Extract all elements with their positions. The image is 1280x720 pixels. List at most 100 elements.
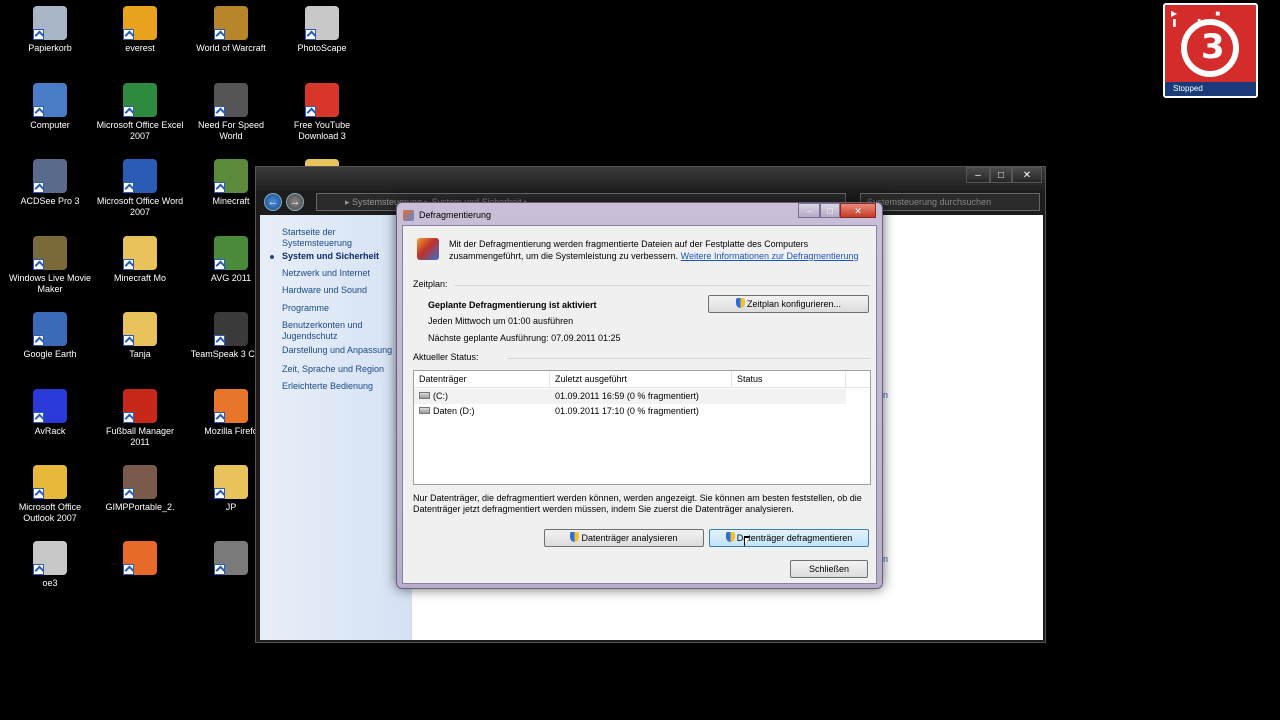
drive-icon [419, 392, 430, 399]
back-button[interactable]: ← [264, 193, 282, 211]
dialog-window-controls: – □ ✕ [798, 203, 876, 219]
configure-schedule-button[interactable]: Zeitplan konfigurieren... [708, 295, 869, 313]
sidebar-item[interactable]: Startseite der Systemsteuerung [282, 227, 407, 249]
shortcut-arrow-icon [214, 259, 225, 270]
photoscape-icon [305, 6, 339, 40]
desktop-icon[interactable]: Computer [4, 79, 96, 131]
shortcut-arrow-icon [123, 335, 134, 346]
shortcut-arrow-icon [214, 29, 225, 40]
dialog-minimize-button[interactable]: – [798, 203, 820, 218]
folder-icon [123, 236, 157, 270]
desktop-icon-label: Microsoft Office Excel 2007 [96, 120, 184, 141]
schedule-next: Nächste geplante Ausführung: 07.09.2011 … [428, 333, 621, 343]
desktop-icon[interactable]: Papierkorb [4, 2, 96, 54]
defrag-dialog: Defragmentierung – □ ✕ Mit der Defragmen… [396, 202, 883, 589]
close-window-button[interactable]: ✕ [1012, 167, 1042, 183]
desktop-icon-label: everest [125, 43, 155, 53]
sidebar-item[interactable]: Zeit, Sprache und Region [282, 364, 407, 375]
column-header[interactable]: Zuletzt ausgeführt [550, 371, 732, 388]
desktop-icon-label: Computer [30, 120, 70, 130]
sidebar-item[interactable]: Hardware und Sound [282, 285, 407, 296]
desktop-icon[interactable]: Windows Live Movie Maker [4, 232, 96, 295]
sidebar-item[interactable]: Erleichterte Bedienung [282, 381, 407, 392]
desktop-icon[interactable]: ACDSee Pro 3 [4, 155, 96, 207]
analyze-button[interactable]: Datenträger analysieren [544, 529, 704, 547]
desktop-icon[interactable]: PhotoScape [276, 2, 368, 54]
desktop-icon-label: AvRack [34, 426, 66, 436]
close-button[interactable]: Schließen [790, 560, 868, 578]
desktop-icon-label: Google Earth [23, 349, 77, 359]
divider [507, 358, 870, 359]
desktop-icon[interactable]: Free YouTube Download 3 [276, 79, 368, 142]
desktop-icon[interactable]: Microsoft Office Excel 2007 [94, 79, 186, 142]
desktop-icon[interactable]: Minecraft Mo [94, 232, 186, 284]
shortcut-arrow-icon [123, 412, 134, 423]
shortcut-arrow-icon [33, 259, 44, 270]
youtube-download-icon [305, 83, 339, 117]
desktop-icon-label: Free YouTube Download 3 [293, 120, 351, 141]
desktop-icon[interactable]: Microsoft Office Outlook 2007 [4, 461, 96, 524]
desktop-icon-label: Papierkorb [28, 43, 72, 53]
desktop-icon[interactable]: World of Warcraft [185, 2, 277, 54]
control-panel-sidebar: Startseite der Systemsteuerung System und… [260, 215, 412, 640]
shield-icon [725, 532, 735, 542]
desktop-icon[interactable]: AvRack [4, 385, 96, 437]
sidebar-item[interactable]: Darstellung und Anpassung [282, 345, 407, 356]
sidebar-item[interactable]: Benutzerkonten und Jugendschutz [282, 320, 407, 342]
divider [455, 285, 870, 286]
table-row[interactable]: (C:) 01.09.2011 16:59 (0 % fragmentiert) [414, 389, 846, 404]
desktop-icon[interactable]: Google Earth [4, 308, 96, 360]
drive-name: Daten (D:) [433, 406, 475, 416]
desktop-icon[interactable]: everest [94, 2, 186, 54]
desktop-icon[interactable]: Microsoft Office Word 2007 [94, 155, 186, 218]
shortcut-arrow-icon [214, 564, 225, 575]
defragment-button[interactable]: Datenträger defragmentieren [709, 529, 869, 547]
dialog-maximize-button[interactable]: □ [820, 203, 840, 218]
shortcut-arrow-icon [305, 106, 316, 117]
desktop-icon[interactable]: Tanja [94, 308, 186, 360]
drive-icon [419, 407, 430, 414]
sidebar-item[interactable]: Netzwerk und Internet [282, 268, 407, 279]
desktop-icon[interactable]: Fußball Manager 2011 [94, 385, 186, 448]
schedule-status: Geplante Defragmentierung ist aktiviert [428, 300, 597, 310]
desktop-icon[interactable] [94, 537, 186, 578]
acdsee-icon [33, 159, 67, 193]
configure-schedule-label: Zeitplan konfigurieren... [746, 299, 842, 309]
drive-list: Datenträger Zuletzt ausgeführt Status (C… [413, 370, 871, 485]
radio-widget[interactable]: ▶ ■ ❚❚ Stopped [1163, 3, 1258, 98]
minecraft-icon [214, 159, 248, 193]
search-input[interactable]: Systemsteuerung durchsuchen [860, 193, 1040, 211]
firefox-icon [214, 389, 248, 423]
radio-controls[interactable]: ▶ ■ ❚❚ [1171, 9, 1250, 27]
minimize-button[interactable]: – [966, 167, 990, 183]
forward-button[interactable]: → [286, 193, 304, 211]
app-icon [214, 541, 248, 575]
desktop-icon-label: PhotoScape [297, 43, 347, 53]
movie-maker-icon [33, 236, 67, 270]
maximize-button[interactable]: □ [990, 167, 1012, 183]
more-info-link[interactable]: Weitere Informationen zur Defragmentieru… [681, 251, 859, 261]
column-header[interactable]: Datenträger [414, 371, 550, 388]
control-panel-titlebar[interactable]: – □ ✕ [256, 167, 1045, 191]
sidebar-item[interactable]: Programme [282, 303, 407, 314]
nfs-icon [214, 83, 248, 117]
computer-icon [33, 83, 67, 117]
shield-icon [735, 298, 745, 308]
shortcut-arrow-icon [305, 29, 316, 40]
dialog-close-button[interactable]: ✕ [840, 203, 876, 218]
drive-cell: Daten (D:) [419, 404, 475, 419]
shortcut-arrow-icon [214, 335, 225, 346]
desktop-icon[interactable]: oe3 [4, 537, 96, 589]
schedule-header: Zeitplan: [413, 279, 448, 289]
shortcut-arrow-icon [214, 412, 225, 423]
table-row[interactable]: Daten (D:) 01.09.2011 17:10 (0 % fragmen… [414, 404, 846, 419]
outlook-icon [33, 465, 67, 499]
column-header[interactable]: Status [732, 371, 846, 388]
desktop-icon-label: oe3 [42, 578, 58, 588]
warcraft-icon [214, 6, 248, 40]
shield-icon [570, 532, 580, 542]
desktop-icon[interactable]: GIMPPortable_2. [94, 461, 186, 513]
desktop-icon[interactable]: Need For Speed World [185, 79, 277, 142]
shortcut-arrow-icon [33, 29, 44, 40]
sidebar-item[interactable]: System und Sicherheit [282, 251, 407, 262]
